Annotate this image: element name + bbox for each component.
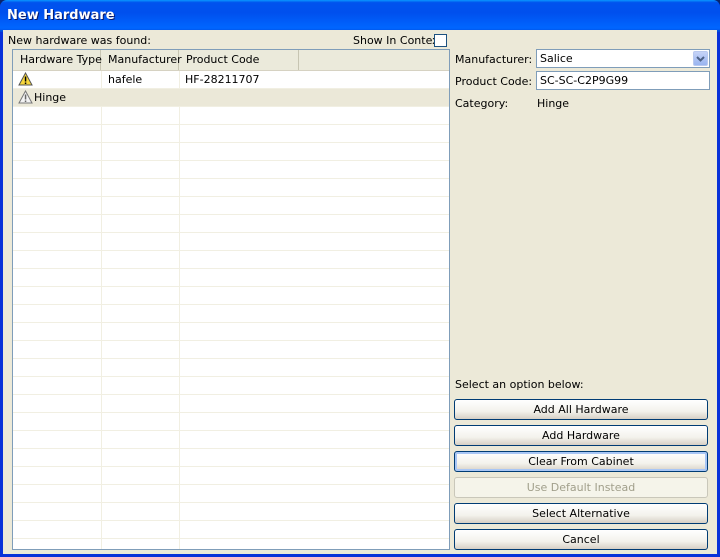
add-all-hardware-button[interactable]: Add All Hardware: [454, 399, 708, 420]
found-label: New hardware was found:: [8, 34, 151, 47]
table-row[interactable]: hafele HF-28211707: [13, 71, 449, 89]
manufacturer-value: Salice: [540, 52, 573, 65]
manufacturer-label: Manufacturer:: [455, 53, 533, 66]
options-label: Select an option below:: [455, 378, 584, 391]
chevron-down-icon[interactable]: [693, 51, 708, 66]
column-manufacturer[interactable]: Manufacturer: [101, 50, 182, 70]
select-alternative-button[interactable]: Select Alternative: [454, 503, 708, 524]
window-title: New Hardware: [7, 8, 115, 23]
cancel-button[interactable]: Cancel: [454, 529, 708, 550]
clear-from-cabinet-button[interactable]: Clear From Cabinet: [454, 451, 708, 472]
product-code-label: Product Code:: [455, 75, 533, 88]
table-row[interactable]: Hinge: [13, 89, 449, 107]
product-code-field[interactable]: SC-SC-C2P9G99: [536, 71, 710, 90]
show-in-context-checkbox[interactable]: [434, 34, 447, 47]
row-hardware-type: Hinge: [34, 91, 67, 104]
row-manufacturer: hafele: [108, 73, 143, 86]
category-label: Category:: [455, 97, 509, 110]
warning-icon: [18, 71, 33, 89]
dialog-body: New hardware was found: Show In Context …: [3, 30, 717, 554]
use-default-instead-button[interactable]: Use Default Instead: [454, 477, 708, 498]
show-in-context-label: Show In Context: [353, 34, 443, 47]
row-product-code: HF-28211707: [185, 73, 260, 86]
list-header: Hardware Type Manufacturer Product Code: [13, 50, 449, 71]
warning-outline-icon: [18, 89, 33, 107]
column-product-code[interactable]: Product Code: [179, 50, 299, 70]
column-hardware-type[interactable]: Hardware Type: [13, 50, 102, 70]
manufacturer-dropdown[interactable]: Salice: [536, 49, 710, 68]
list-rows: hafele HF-28211707 Hinge: [13, 71, 449, 549]
product-code-value: SC-SC-C2P9G99: [540, 74, 629, 87]
hardware-list[interactable]: Hardware Type Manufacturer Product Code …: [12, 49, 450, 550]
dialog-window: New Hardware New hardware was found: Sho…: [0, 0, 720, 557]
title-bar[interactable]: New Hardware: [0, 0, 720, 32]
add-hardware-button[interactable]: Add Hardware: [454, 425, 708, 446]
category-value: Hinge: [537, 97, 570, 110]
